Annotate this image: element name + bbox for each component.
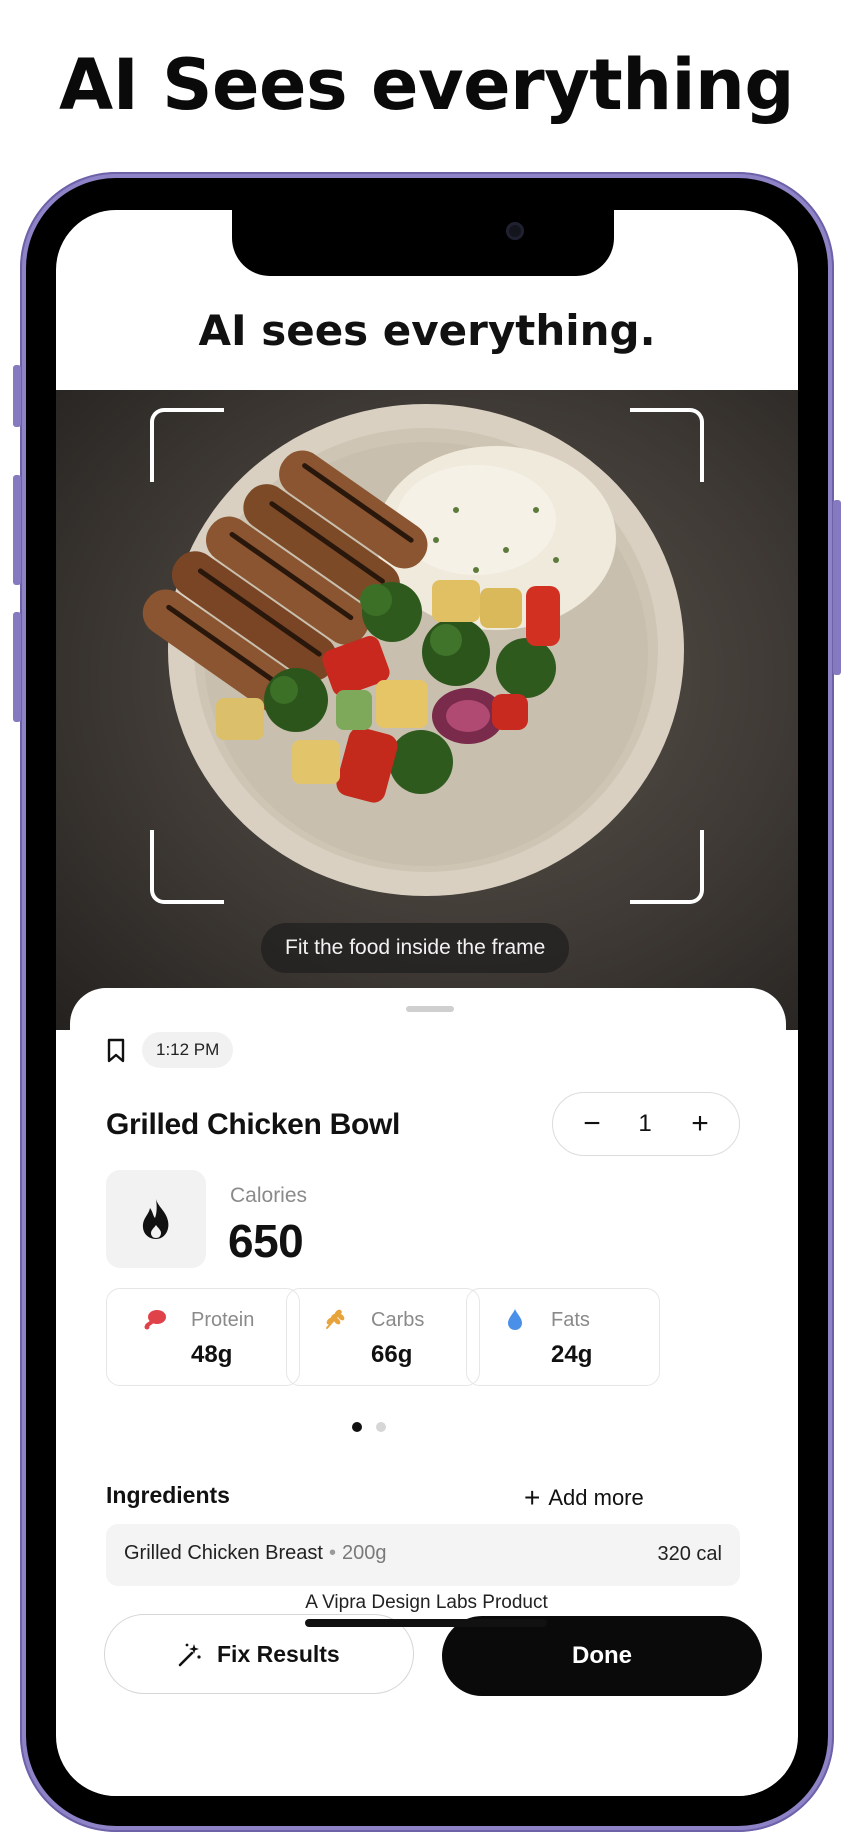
meat-icon (144, 1310, 166, 1330)
calories-value: 650 (228, 1215, 304, 1267)
time-chip: 1:12 PM (142, 1032, 234, 1068)
macro-label: Protein (191, 1309, 255, 1331)
silent-switch (13, 365, 21, 427)
ingredient-calories: 320 cal (657, 1543, 723, 1565)
macro-label: Fats (551, 1309, 590, 1331)
result-sheet: 1:12 PM Grilled Chicken Bowl − 1 + Calor… (70, 988, 786, 1796)
macro-card-protein[interactable]: Protein 48g (106, 1288, 300, 1386)
macro-label: Carbs (371, 1309, 425, 1331)
camera-preview: Fit the food inside the frame (56, 390, 798, 1030)
frame-hint: Fit the food inside the frame (261, 923, 570, 973)
quantity-value: 1 (638, 1110, 652, 1137)
increase-button[interactable]: + (675, 1093, 725, 1154)
ingredients-title: Ingredients (106, 1482, 230, 1508)
droplet-icon (508, 1309, 522, 1330)
fix-results-label: Fix Results (217, 1641, 340, 1667)
done-label: Done (572, 1642, 632, 1669)
ingredient-separator: • (328, 1542, 336, 1564)
headline: AI Sees everything (59, 44, 794, 126)
pager-dot[interactable] (376, 1422, 386, 1432)
meal-name: Grilled Chicken Bowl (106, 1108, 401, 1141)
calories-tile (106, 1170, 206, 1268)
done-button[interactable]: Done (442, 1616, 762, 1696)
macro-value: 24g (551, 1341, 593, 1368)
wheat-icon (326, 1309, 345, 1329)
power-button (833, 500, 841, 675)
macro-value: 48g (191, 1341, 233, 1368)
volume-down-button (13, 612, 21, 722)
plus-icon: + (524, 1482, 541, 1513)
ingredient-name: Grilled Chicken Breast (124, 1542, 323, 1564)
ingredient-amount: 200g (341, 1542, 387, 1564)
front-camera (506, 222, 524, 240)
add-more-button[interactable]: + Add more (524, 1482, 644, 1514)
home-indicator[interactable] (305, 1619, 547, 1627)
volume-up-button (13, 475, 21, 585)
bookmark-icon[interactable] (106, 1038, 126, 1064)
ingredient-row[interactable]: Grilled Chicken Breast • 200g 320 cal (106, 1524, 740, 1586)
sheet-grabber[interactable] (406, 1006, 454, 1012)
quantity-stepper: − 1 + (552, 1092, 740, 1156)
macro-card-fats[interactable]: Fats 24g (466, 1288, 660, 1386)
screen-title: AI sees everything. (198, 306, 656, 355)
decrease-button[interactable]: − (567, 1093, 617, 1154)
flame-icon (142, 1199, 169, 1239)
notch (232, 200, 614, 276)
credit-text: A Vipra Design Labs Product (305, 1592, 548, 1613)
macro-value: 66g (371, 1341, 413, 1368)
phone-screen: AI sees everything. Fit the food inside … (56, 210, 798, 1796)
macro-card-carbs[interactable]: Carbs 66g (286, 1288, 480, 1386)
add-more-label: Add more (548, 1485, 644, 1510)
calories-label: Calories (230, 1184, 308, 1207)
ingredient-name-group: Grilled Chicken Breast • 200g (124, 1542, 386, 1565)
pager-dot-active[interactable] (352, 1422, 362, 1432)
magic-wand-icon (178, 1643, 201, 1667)
